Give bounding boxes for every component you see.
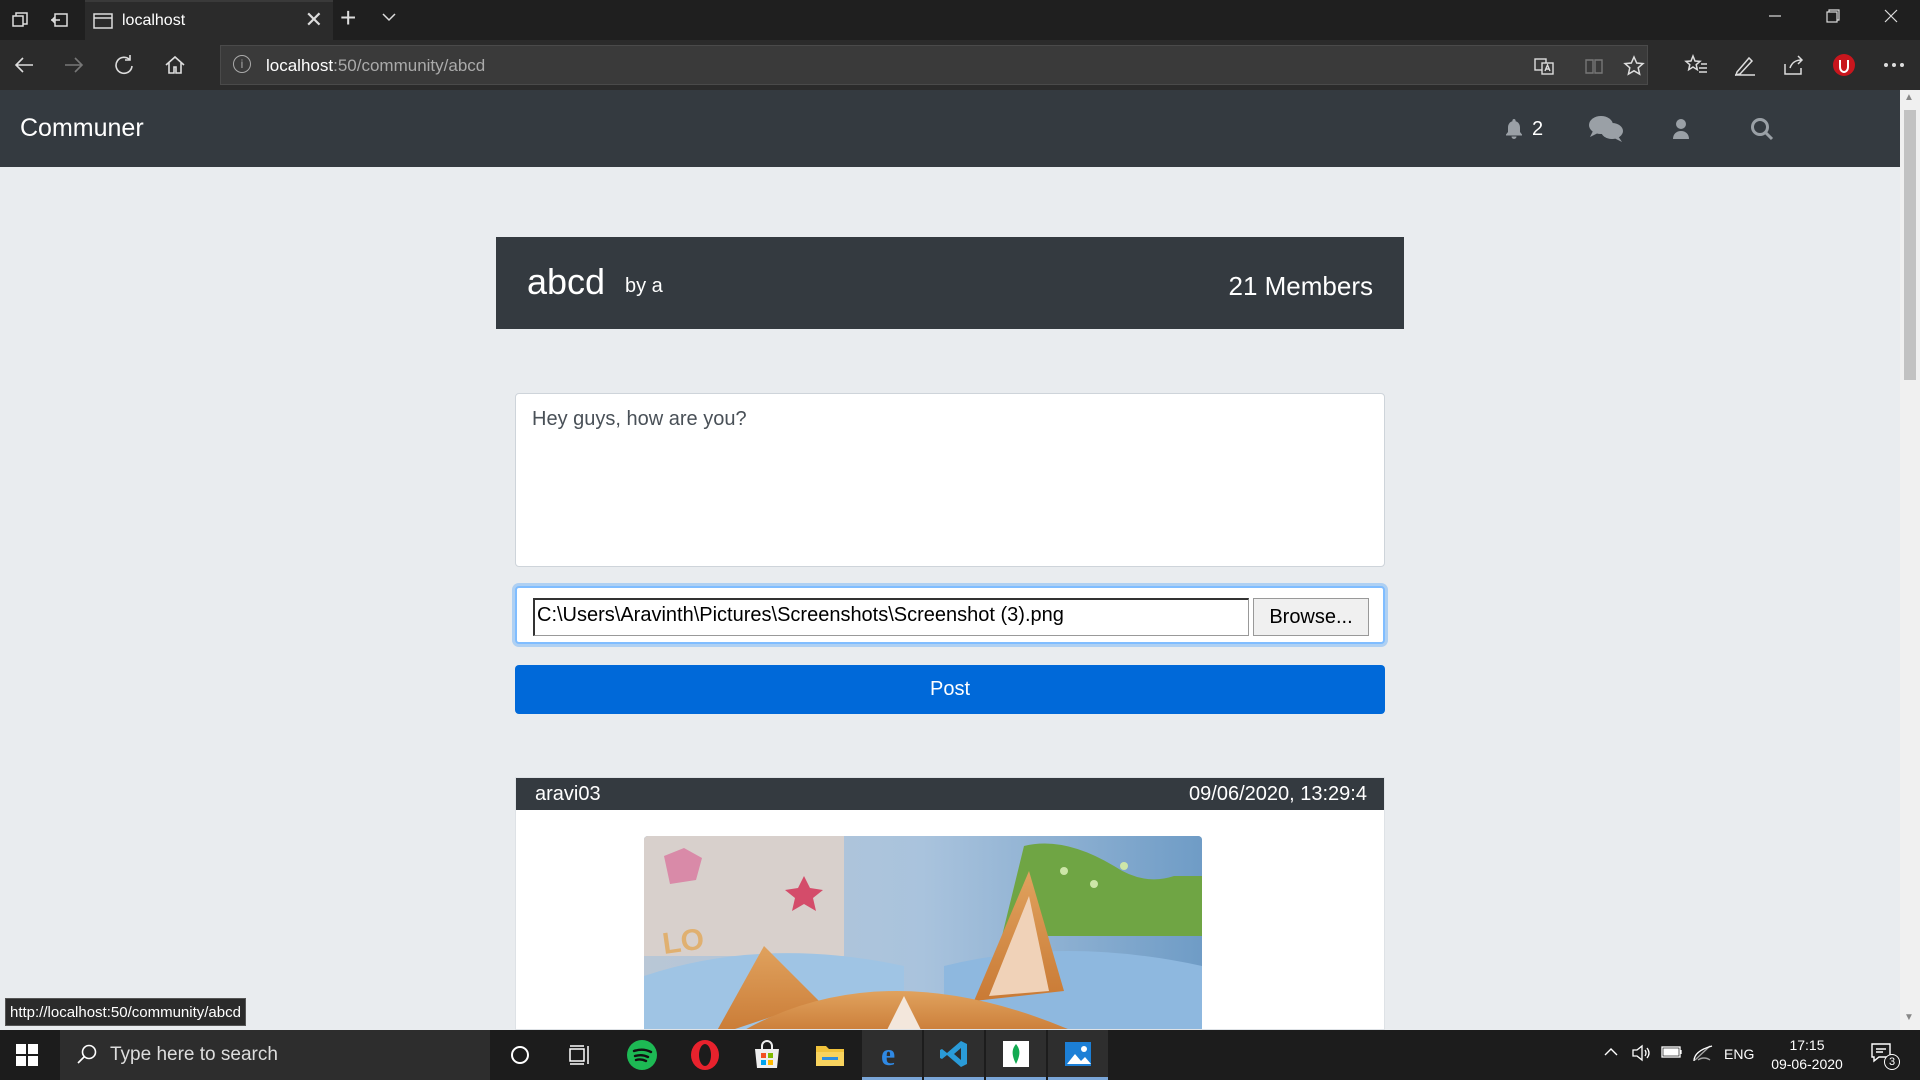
post-image: LO	[644, 836, 1202, 1029]
clock-time: 17:15	[1789, 1037, 1825, 1053]
edge-icon[interactable]: e	[862, 1030, 922, 1080]
browser-tab-bar: localhost ✕ +	[0, 0, 1920, 40]
page-scrollbar[interactable]: ▲ ▼	[1900, 90, 1920, 1030]
more-menu-icon[interactable]	[1881, 52, 1907, 78]
new-tab-button[interactable]: +	[340, 4, 356, 32]
windows-taskbar: Type here to search e ENG 17:15 09-06-20…	[0, 1030, 1920, 1080]
site-info-icon[interactable]: i	[233, 55, 251, 73]
post-author[interactable]: aravi03	[535, 783, 601, 806]
translate-icon[interactable]	[1533, 55, 1555, 77]
wifi-icon[interactable]	[1692, 1044, 1714, 1065]
file-path-input[interactable]: C:\Users\Aravinth\Pictures\Screenshots\S…	[533, 598, 1249, 636]
post-button[interactable]: Post	[515, 665, 1385, 714]
forward-arrow-icon[interactable]	[61, 52, 87, 78]
tab-title: localhost	[122, 12, 186, 29]
taskbar-search-box[interactable]: Type here to search	[60, 1030, 490, 1080]
show-hidden-icons-chevron-icon[interactable]	[1603, 1044, 1619, 1063]
scroll-up-icon[interactable]: ▲	[1904, 92, 1914, 103]
bell-icon	[1506, 119, 1522, 139]
pen-icon[interactable]	[1732, 52, 1758, 78]
back-arrow-icon[interactable]	[11, 52, 37, 78]
chat-icon	[1589, 116, 1623, 142]
post-timestamp: 09/06/2020, 13:29:4	[1189, 783, 1367, 805]
community-name: abcd	[527, 261, 606, 302]
post-card: aravi03 09/06/2020, 13:29:4 LO	[515, 777, 1385, 1030]
search-icon	[1751, 118, 1774, 141]
address-url: localhost:50/community/abcd	[266, 56, 486, 75]
svg-text:e: e	[881, 1039, 895, 1069]
action-center-button[interactable]: 3	[1870, 1042, 1900, 1070]
restore-icon[interactable]	[1808, 6, 1858, 29]
vscode-icon[interactable]	[924, 1030, 984, 1080]
scroll-thumb[interactable]	[1904, 110, 1916, 380]
community-owner[interactable]: by a	[625, 275, 663, 298]
page-icon	[93, 13, 113, 29]
share-icon[interactable]	[1781, 52, 1807, 78]
cat-photo-illustration: LO	[644, 836, 1202, 1029]
task-view-icon[interactable]	[550, 1030, 610, 1080]
minimize-icon[interactable]	[1750, 6, 1800, 29]
close-window-icon[interactable]	[1866, 6, 1916, 29]
scroll-down-icon[interactable]: ▼	[1904, 1012, 1914, 1023]
opera-icon[interactable]	[675, 1030, 735, 1080]
search-icon	[77, 1044, 97, 1064]
microsoft-store-icon[interactable]	[737, 1030, 797, 1080]
svg-text:LO: LO	[660, 922, 706, 960]
spotify-icon[interactable]	[612, 1030, 672, 1080]
windows-start-icon[interactable]	[16, 1044, 38, 1066]
address-bar[interactable]: i localhost:50/community/abcd	[220, 45, 1648, 85]
notification-center-count: 3	[1884, 1054, 1900, 1070]
battery-icon[interactable]	[1661, 1044, 1683, 1063]
file-upload-field[interactable]: C:\Users\Aravinth\Pictures\Screenshots\S…	[515, 586, 1385, 644]
browser-tab[interactable]: localhost ✕	[85, 0, 333, 40]
status-bar-url: http://localhost:50/community/abcd	[5, 998, 246, 1026]
browse-button[interactable]: Browse...	[1253, 598, 1369, 636]
chat-button[interactable]	[1588, 114, 1624, 144]
home-icon[interactable]	[162, 52, 188, 78]
tab-close-icon[interactable]: ✕	[305, 9, 323, 31]
input-language[interactable]: ENG	[1724, 1046, 1754, 1062]
favorites-hub-icon[interactable]	[1683, 52, 1709, 78]
notifications-button[interactable]: 2	[1504, 114, 1543, 144]
notification-count: 2	[1532, 117, 1544, 140]
favorite-star-icon[interactable]	[1623, 55, 1645, 77]
volume-icon[interactable]	[1631, 1044, 1651, 1065]
clock-date: 09-06-2020	[1771, 1056, 1843, 1072]
cortana-icon[interactable]	[490, 1030, 550, 1080]
mongodb-compass-icon[interactable]	[986, 1030, 1046, 1080]
tab-actions-icon[interactable]	[8, 8, 32, 32]
search-button[interactable]	[1750, 114, 1774, 144]
user-icon	[1673, 119, 1689, 139]
post-textarea[interactable]: Hey guys, how are you?	[515, 393, 1385, 567]
post-header: aravi03 09/06/2020, 13:29:4	[516, 778, 1384, 810]
tab-list-chevron-icon[interactable]	[380, 8, 398, 31]
system-clock[interactable]: 17:15 09-06-2020	[1762, 1036, 1852, 1074]
reading-view-icon[interactable]	[1583, 55, 1605, 77]
app-navbar: Communer 2	[0, 90, 1900, 167]
taskbar-search-placeholder: Type here to search	[110, 1044, 278, 1065]
member-count[interactable]: 21 Members	[1229, 271, 1374, 302]
extension-icon[interactable]	[1831, 52, 1857, 78]
set-aside-tabs-icon[interactable]	[47, 8, 71, 32]
refresh-icon[interactable]	[111, 52, 137, 78]
profile-button[interactable]	[1672, 114, 1690, 144]
photos-icon[interactable]	[1048, 1030, 1108, 1080]
browser-toolbar: i localhost:50/community/abcd	[0, 40, 1920, 90]
file-explorer-icon[interactable]	[800, 1030, 860, 1080]
brand-logo[interactable]: Communer	[20, 114, 144, 143]
community-header: abcd by a 21 Members	[496, 237, 1404, 329]
